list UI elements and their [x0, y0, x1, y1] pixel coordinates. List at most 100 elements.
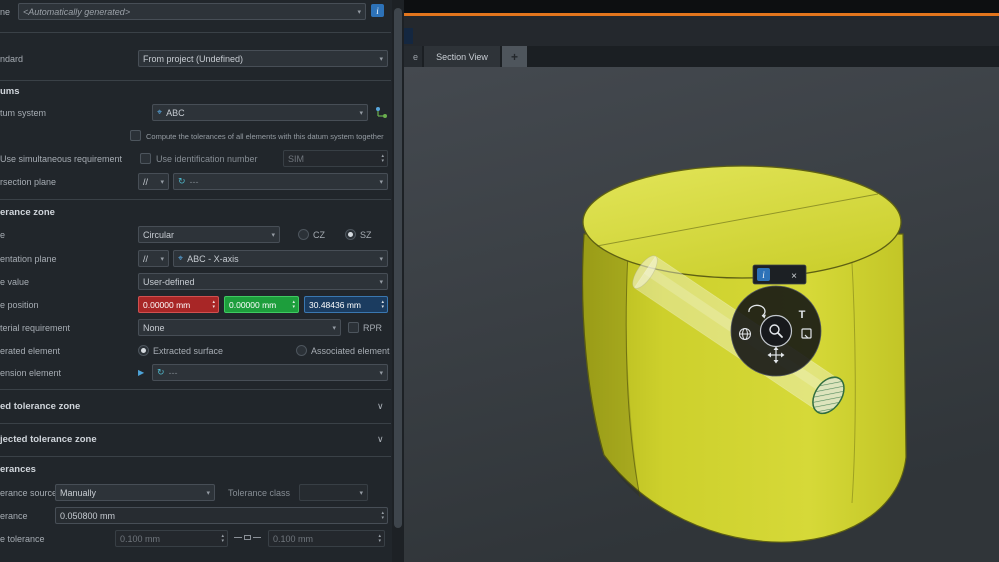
tolerance-input[interactable]: 0.050800 mm ▴ ▾	[55, 507, 388, 524]
datum-system-select[interactable]: ⌖ ABC ▾	[152, 104, 368, 121]
datum-tree-button[interactable]	[373, 104, 389, 120]
orientation-plane-label: entation plane	[0, 254, 57, 264]
spin-down-icon[interactable]: ▾	[381, 159, 384, 164]
value-select[interactable]: User-defined ▾	[138, 273, 388, 290]
scrollbar-thumb[interactable]	[394, 8, 402, 528]
standard-label: ndard	[0, 54, 23, 64]
position-z-value: 30.48436 mm	[309, 300, 361, 310]
link-box	[244, 535, 251, 540]
separator	[0, 456, 391, 457]
plus-icon: +	[511, 50, 518, 64]
close-icon[interactable]: ×	[791, 271, 797, 282]
orientation-plane-select[interactable]: ⌖ ABC - X-axis ▾	[173, 250, 388, 267]
application-window: ne <Automatically generated> ▾ i ndard F…	[0, 0, 999, 562]
intersection-element-select[interactable]: ↻ --- ▾	[173, 173, 388, 190]
datum-icon: ⌖	[178, 254, 183, 263]
element-icon: ↻	[178, 177, 186, 186]
tab-partial[interactable]: e	[404, 46, 422, 67]
rpr-checkbox[interactable]	[348, 322, 359, 333]
spin-down-icon[interactable]: ▾	[378, 539, 381, 544]
chevron-down-icon: ▾	[332, 324, 336, 332]
datums-section-title: ums	[0, 86, 20, 97]
viewport-toolbar-row	[404, 16, 999, 46]
spin-down-icon[interactable]: ▾	[381, 516, 384, 521]
position-y-input[interactable]: 0.00000 mm ▴ ▾	[224, 296, 299, 313]
spinner[interactable]: ▴ ▾	[378, 511, 387, 521]
chevron-down-icon: ▾	[379, 255, 383, 263]
size-tolerance-upper-value: 0.100 mm	[273, 534, 313, 544]
value-value: User-defined	[143, 277, 195, 287]
spinner[interactable]: ▴ ▾	[218, 534, 227, 544]
size-tolerance-lower-value: 0.100 mm	[120, 534, 160, 544]
datum-system-value: ABC	[166, 108, 185, 118]
tolerance-label: erance	[0, 511, 28, 521]
spin-down-icon[interactable]: ▾	[381, 305, 384, 310]
compute-together-checkbox[interactable]	[130, 130, 141, 141]
zoom-icon[interactable]	[761, 316, 792, 347]
tab-section-view[interactable]: Section View	[424, 46, 500, 67]
identification-checkbox[interactable]	[140, 153, 151, 164]
intersection-symbol-select[interactable]: // ▾	[138, 173, 169, 190]
standard-select[interactable]: From project (Undefined) ▾	[138, 50, 388, 67]
spinner[interactable]: ▴ ▾	[209, 300, 218, 310]
spinner[interactable]: ▴ ▾	[375, 534, 384, 544]
dimension-element-label: ension element	[0, 368, 61, 378]
intersection-plane-label: rsection plane	[0, 177, 56, 187]
3d-viewport[interactable]: i × T	[404, 67, 999, 562]
associated-element-radio[interactable]	[296, 345, 307, 356]
value-label: e value	[0, 277, 29, 287]
info-icon[interactable]: i	[371, 4, 384, 17]
tolerated-element-label: erated element	[0, 346, 60, 356]
dimension-element-select[interactable]: ↻ --- ▾	[152, 364, 388, 381]
tolerance-class-select[interactable]: ▾	[299, 484, 368, 501]
name-label: ne	[0, 7, 10, 17]
name-select[interactable]: <Automatically generated> ▾	[18, 3, 366, 20]
size-tolerance-lower-input[interactable]: 0.100 mm ▴ ▾	[115, 530, 228, 547]
cz-radio[interactable]	[298, 229, 309, 240]
intersection-value: ---	[190, 177, 199, 187]
datum-icon: ⌖	[157, 108, 162, 117]
size-tolerance-upper-input[interactable]: 0.100 mm ▴ ▾	[268, 530, 385, 547]
tab-section-view-label: Section View	[436, 52, 488, 62]
chevron-down-icon: ▾	[357, 8, 361, 16]
datum-system-label: tum system	[0, 108, 46, 118]
position-z-input[interactable]: 30.48436 mm ▴ ▾	[304, 296, 388, 313]
part-top-face[interactable]	[583, 166, 901, 278]
chevron-down-icon[interactable]: ∨	[377, 401, 384, 412]
orientation-value: ABC - X-axis	[187, 254, 239, 264]
chevron-down-icon[interactable]: ∨	[377, 434, 384, 445]
spinner[interactable]: ▴ ▾	[378, 154, 387, 164]
position-x-input[interactable]: 0.00000 mm ▴ ▾	[138, 296, 219, 313]
shape-select[interactable]: Circular ▾	[138, 226, 280, 243]
add-tab-button[interactable]: +	[502, 46, 527, 67]
position-y-value: 0.00000 mm	[229, 300, 276, 310]
extracted-surface-radio[interactable]	[138, 345, 149, 356]
orientation-symbol-select[interactable]: // ▾	[138, 250, 169, 267]
spinner[interactable]: ▴ ▾	[378, 300, 387, 310]
separator	[0, 389, 391, 390]
selection-toolbar: i ×	[753, 265, 806, 284]
panel-scrollbar[interactable]	[392, 0, 404, 562]
tolerance-source-value: Manually	[60, 488, 96, 498]
spin-down-icon[interactable]: ▾	[212, 305, 215, 310]
spin-down-icon[interactable]: ▾	[221, 539, 224, 544]
name-value: <Automatically generated>	[23, 7, 130, 17]
chevron-down-icon: ▾	[379, 369, 383, 377]
rpr-label: RPR	[363, 323, 382, 333]
nav-widget[interactable]: T	[731, 286, 821, 376]
text-icon[interactable]: T	[799, 309, 806, 321]
standard-value: From project (Undefined)	[143, 54, 243, 64]
sz-label: SZ	[360, 230, 372, 240]
sz-radio[interactable]	[345, 229, 356, 240]
spinner[interactable]: ▴ ▾	[289, 300, 298, 310]
material-requirement-select[interactable]: None ▾	[138, 319, 341, 336]
link-tolerances-icon[interactable]	[234, 535, 261, 540]
sim-input[interactable]: SIM ▴ ▾	[283, 150, 388, 167]
separator	[0, 199, 391, 200]
simultaneous-label: Use simultaneous requirement	[0, 154, 122, 164]
associated-element-label: Associated element	[311, 346, 390, 356]
spin-down-icon[interactable]: ▾	[292, 305, 295, 310]
chevron-down-icon: ▾	[379, 278, 383, 286]
expand-arrow-icon[interactable]: ▶	[138, 368, 144, 377]
tolerance-source-select[interactable]: Manually ▾	[55, 484, 215, 501]
